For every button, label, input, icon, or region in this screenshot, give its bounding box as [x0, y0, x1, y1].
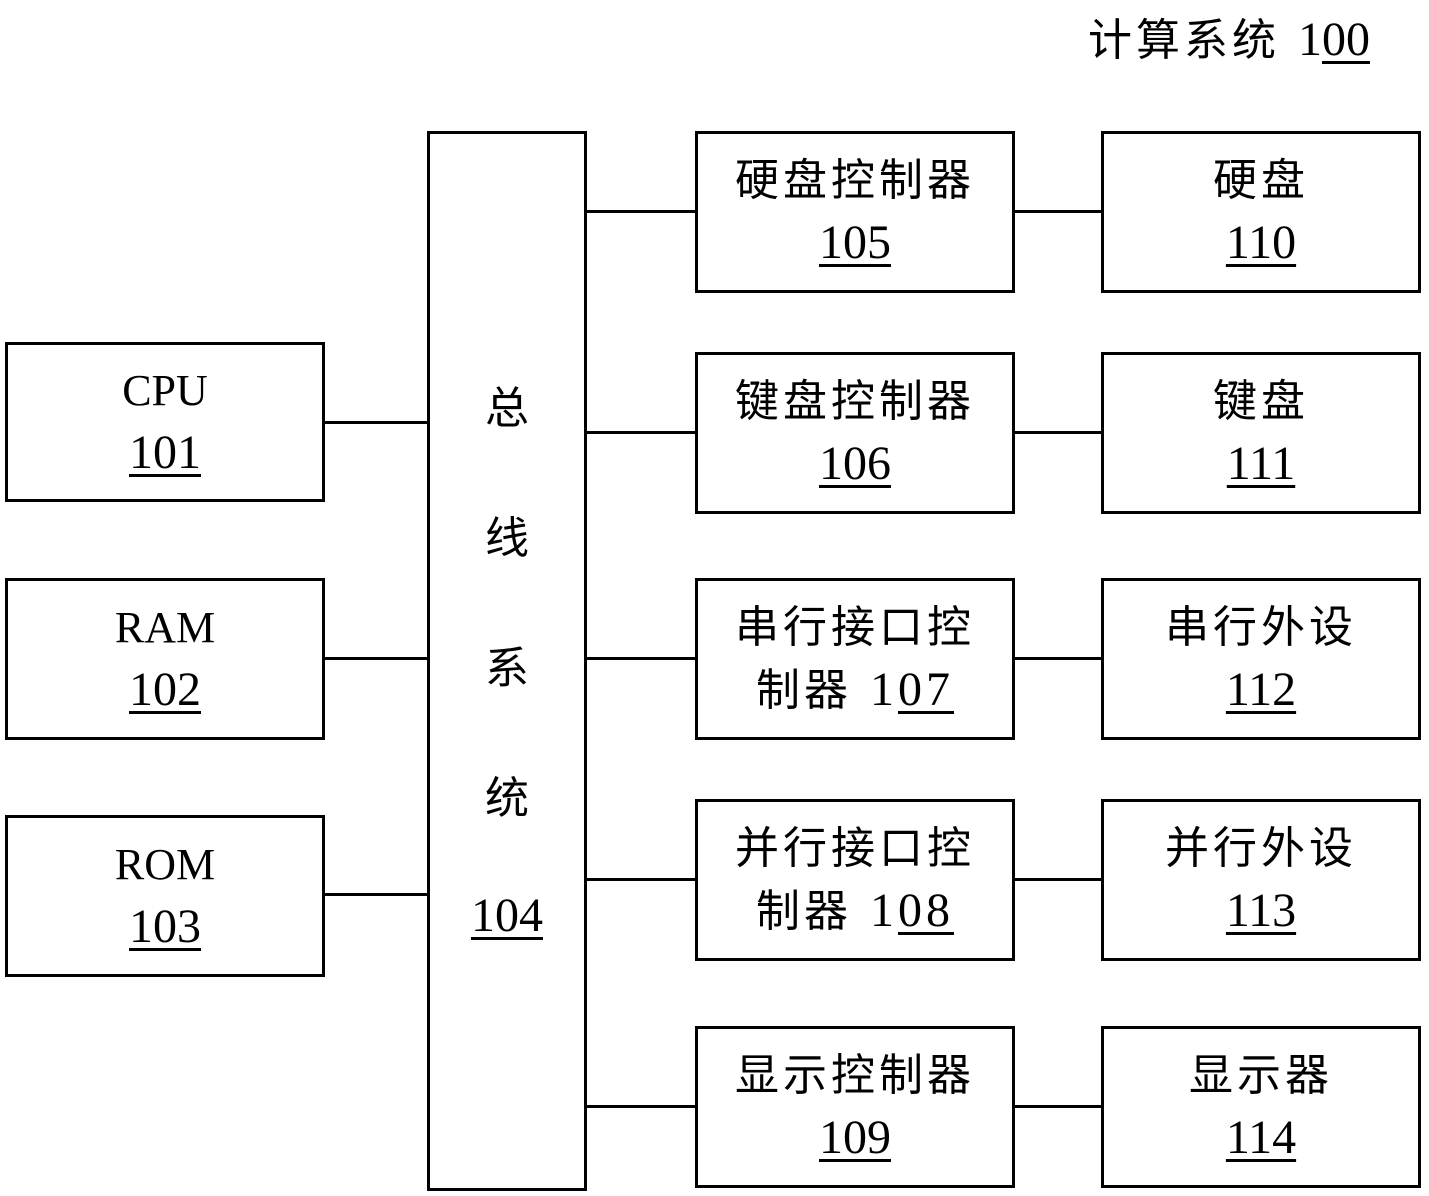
hdd-controller-num: 105	[819, 216, 891, 269]
serial-peripheral-num: 112	[1225, 663, 1297, 716]
parallel-controller-num-prefix: 1	[870, 883, 898, 937]
connector-ram-bus	[322, 657, 430, 660]
parallel-controller-label-text: 制器	[756, 885, 870, 937]
serial-controller-box: 串行接口控 制器 107	[695, 578, 1015, 740]
display-num: 114	[1225, 1111, 1297, 1164]
cpu-num: 101	[129, 426, 201, 479]
system-title-num: 00	[1322, 13, 1370, 66]
ram-num: 102	[129, 663, 201, 716]
serial-controller-label-text: 制器	[756, 664, 870, 716]
keyboard-label: 键盘	[1213, 376, 1309, 427]
system-title: 计算系统 100	[1088, 4, 1370, 71]
rom-label: ROM	[114, 840, 216, 889]
connector-rom-bus	[322, 893, 430, 896]
display-label: 显示器	[1189, 1050, 1333, 1101]
keyboard-controller-box: 键盘控制器 106	[695, 352, 1015, 514]
ram-box: RAM 102	[5, 578, 325, 740]
parallel-controller-label-line2: 制器 108	[756, 880, 954, 943]
parallel-peripheral-box: 并行外设 113	[1101, 799, 1421, 961]
parallel-peripheral-num: 113	[1225, 884, 1297, 937]
connector-bus-controller-106	[584, 431, 698, 434]
cpu-box: CPU 101	[5, 342, 325, 502]
display-box: 显示器 114	[1101, 1026, 1421, 1188]
hdd-controller-box: 硬盘控制器 105	[695, 131, 1015, 293]
serial-controller-label-line2: 制器 107	[756, 659, 954, 722]
system-title-label: 计算系统	[1088, 15, 1280, 66]
system-title-num-prefix: 1	[1298, 13, 1322, 66]
connector-bus-controller-107	[584, 657, 698, 660]
rom-num: 103	[129, 900, 201, 953]
bus-char-4: 统	[485, 773, 529, 824]
display-controller-num: 109	[819, 1111, 891, 1164]
hdd-box: 硬盘 110	[1101, 131, 1421, 293]
bus-char-1: 总	[485, 383, 529, 434]
serial-peripheral-label: 串行外设	[1165, 602, 1357, 653]
connector-controller-device-110	[1012, 210, 1104, 213]
hdd-num: 110	[1225, 216, 1297, 269]
hdd-controller-label: 硬盘控制器	[735, 155, 975, 206]
parallel-peripheral-label: 并行外设	[1165, 823, 1357, 874]
connector-controller-device-111	[1012, 431, 1104, 434]
serial-peripheral-box: 串行外设 112	[1101, 578, 1421, 740]
keyboard-controller-label: 键盘控制器	[735, 376, 975, 427]
connector-cpu-bus	[322, 421, 430, 424]
rom-box: ROM 103	[5, 815, 325, 977]
parallel-controller-box: 并行接口控 制器 108	[695, 799, 1015, 961]
parallel-controller-label-line1: 并行接口控	[735, 822, 975, 874]
cpu-label: CPU	[122, 366, 208, 415]
connector-controller-device-112	[1012, 657, 1104, 660]
serial-controller-num-prefix: 1	[870, 662, 898, 716]
connector-bus-controller-109	[584, 1105, 698, 1108]
bus-num: 104	[471, 889, 543, 942]
parallel-controller-num: 08	[898, 883, 954, 937]
connector-controller-device-114	[1012, 1105, 1104, 1108]
connector-bus-controller-105	[584, 210, 698, 213]
connector-bus-controller-108	[584, 878, 698, 881]
serial-controller-label-line1: 串行接口控	[735, 601, 975, 653]
display-controller-box: 显示控制器 109	[695, 1026, 1015, 1188]
serial-controller-num: 07	[898, 662, 954, 716]
bus-char-3: 系	[485, 643, 529, 694]
display-controller-label: 显示控制器	[735, 1050, 975, 1101]
ram-label: RAM	[114, 603, 216, 652]
bus-num-wrap: 104	[428, 885, 586, 947]
bus-char-2: 线	[485, 513, 529, 564]
connector-controller-device-113	[1012, 878, 1104, 881]
keyboard-box: 键盘 111	[1101, 352, 1421, 514]
keyboard-controller-num: 106	[819, 437, 891, 490]
keyboard-num: 111	[1226, 437, 1296, 490]
hdd-label: 硬盘	[1213, 155, 1309, 206]
